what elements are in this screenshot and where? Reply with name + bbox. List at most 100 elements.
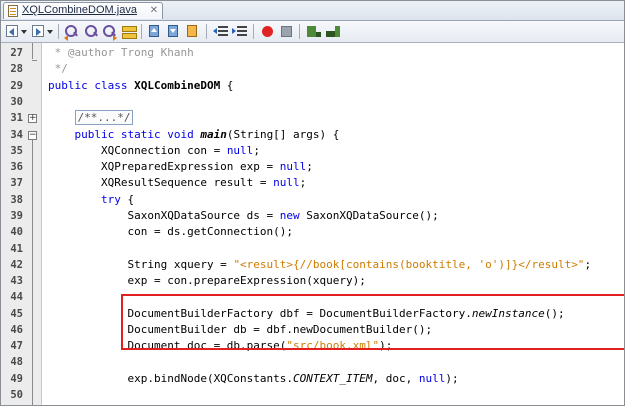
toolbar-separator bbox=[141, 24, 142, 39]
line-number: 50 bbox=[10, 389, 23, 401]
code-token: * @author Trong Khanh bbox=[48, 46, 194, 59]
line-number: 47 bbox=[10, 340, 23, 352]
fold-guide bbox=[32, 43, 33, 59]
line-number: 45 bbox=[10, 308, 23, 320]
start-macro-icon[interactable] bbox=[259, 23, 276, 40]
code-editor[interactable]: 27 28 29 30 31 34 35 36 37 38 39 40 41 4… bbox=[1, 43, 624, 405]
code-token: XQPreparedExpression exp = bbox=[48, 160, 280, 173]
code-area[interactable]: * @author Trong Khanh */ public class XQL… bbox=[42, 43, 624, 405]
comment-icon[interactable] bbox=[305, 23, 322, 40]
line-number: 40 bbox=[10, 226, 23, 238]
forward-icon[interactable] bbox=[30, 23, 47, 40]
code-token: try bbox=[100, 193, 121, 206]
find-previous-icon[interactable] bbox=[63, 23, 80, 41]
code-token: exp = con.prepareExpression(xquery); bbox=[48, 274, 366, 287]
tab-label: XQLCombineDOM.java bbox=[22, 4, 137, 16]
code-line[interactable]: public class XQLCombineDOM { bbox=[48, 78, 233, 94]
code-token: ; bbox=[299, 176, 307, 189]
code-line[interactable]: exp = con.prepareExpression(xquery); bbox=[48, 273, 366, 289]
previous-bookmark-icon[interactable] bbox=[146, 23, 163, 40]
line-number: 49 bbox=[10, 373, 23, 385]
line-number: 27 bbox=[10, 47, 23, 59]
forward-dropdown-icon[interactable] bbox=[46, 23, 54, 40]
code-line[interactable]: * @author Trong Khanh bbox=[48, 45, 194, 61]
close-tab-icon[interactable]: ✕ bbox=[148, 5, 160, 17]
toolbar-separator bbox=[206, 24, 207, 39]
uncomment-icon[interactable] bbox=[324, 23, 341, 40]
toggle-highlight-icon[interactable] bbox=[120, 23, 137, 40]
expand-fold-icon[interactable]: + bbox=[28, 114, 37, 123]
code-line[interactable]: */ bbox=[48, 61, 68, 77]
code-token: null bbox=[226, 144, 254, 157]
code-token: null bbox=[273, 176, 300, 189]
code-token: ; bbox=[253, 144, 260, 157]
code-line[interactable]: SaxonXQDataSource ds = new SaxonXQDataSo… bbox=[48, 208, 438, 224]
code-token: null bbox=[418, 372, 446, 385]
code-line[interactable]: /**...*/ bbox=[48, 110, 134, 126]
next-bookmark-icon[interactable] bbox=[165, 23, 182, 40]
toolbar-separator bbox=[58, 24, 59, 39]
code-line[interactable]: XQResultSequence result = null; bbox=[48, 175, 306, 191]
editor-window: XQLCombineDOM.java ✕ 27 28 29 30 31 34 3… bbox=[0, 0, 625, 406]
java-file-icon bbox=[8, 5, 18, 17]
line-number: 37 bbox=[10, 177, 23, 189]
shift-right-icon[interactable] bbox=[231, 23, 248, 40]
toolbar-separator bbox=[253, 24, 254, 39]
code-token: , doc, bbox=[372, 372, 419, 385]
code-token: ; bbox=[584, 258, 592, 271]
shift-left-icon[interactable] bbox=[212, 23, 229, 40]
line-number: 42 bbox=[10, 259, 23, 271]
code-token: main bbox=[200, 128, 227, 141]
code-line[interactable]: exp.bindNode(XQConstants.CONTEXT_ITEM, d… bbox=[48, 371, 459, 387]
find-next-icon[interactable] bbox=[101, 23, 118, 41]
code-token: CONTEXT_ITEM bbox=[293, 372, 373, 385]
code-token: "<result>{//book[contains(booktitle, 'o'… bbox=[233, 258, 585, 271]
line-number: 44 bbox=[10, 291, 23, 303]
code-token: public class bbox=[48, 79, 135, 92]
code-line[interactable]: XQPreparedExpression exp = null; bbox=[48, 159, 313, 175]
code-line[interactable]: XQConnection con = null; bbox=[48, 143, 260, 159]
line-number: 43 bbox=[10, 275, 23, 287]
code-token: String xquery = bbox=[48, 258, 234, 271]
collapse-fold-icon[interactable]: − bbox=[28, 131, 37, 140]
line-number: 29 bbox=[10, 80, 23, 92]
fold-guide bbox=[32, 140, 33, 405]
stop-macro-icon[interactable] bbox=[278, 23, 295, 40]
line-number: 34 bbox=[10, 129, 23, 141]
code-line[interactable]: try { bbox=[48, 192, 134, 208]
code-token: new bbox=[279, 209, 300, 222]
code-token: public static void bbox=[48, 128, 201, 141]
code-token: ; bbox=[306, 160, 313, 173]
line-number: 35 bbox=[10, 145, 23, 157]
code-token: con = ds.getConnection(); bbox=[48, 225, 294, 238]
toggle-bookmark-icon[interactable] bbox=[184, 23, 201, 40]
code-token: ); bbox=[445, 372, 459, 385]
code-token: XQConnection con = bbox=[48, 144, 227, 157]
line-number: 30 bbox=[10, 96, 23, 108]
code-line[interactable]: con = ds.getConnection(); bbox=[48, 224, 293, 240]
line-number: 48 bbox=[10, 356, 23, 368]
code-token: { bbox=[220, 79, 234, 92]
code-token: (String[] args) { bbox=[226, 128, 340, 141]
code-line[interactable]: public static void main(String[] args) { bbox=[48, 127, 339, 143]
history-back-icon[interactable] bbox=[4, 23, 21, 40]
fold-guide-end bbox=[32, 60, 37, 61]
line-number: 46 bbox=[10, 324, 23, 336]
code-token: XQResultSequence result = bbox=[48, 176, 274, 189]
collapsed-javadoc[interactable]: /**...*/ bbox=[74, 110, 134, 125]
line-number: 31 bbox=[10, 112, 23, 124]
code-token: */ bbox=[48, 62, 68, 75]
line-number: 36 bbox=[10, 161, 23, 173]
code-token: SaxonXQDataSource ds = bbox=[48, 209, 280, 222]
history-dropdown-icon[interactable] bbox=[20, 23, 28, 40]
highlight-box bbox=[121, 294, 624, 350]
code-token: { bbox=[120, 193, 135, 206]
line-number: 39 bbox=[10, 210, 23, 222]
code-token: null bbox=[279, 160, 307, 173]
find-selection-icon[interactable] bbox=[82, 23, 99, 40]
tab-xqlcombinedom[interactable]: XQLCombineDOM.java ✕ bbox=[3, 2, 163, 19]
code-line[interactable]: String xquery = "<result>{//book[contain… bbox=[48, 257, 591, 273]
line-number-gutter[interactable]: 27 28 29 30 31 34 35 36 37 38 39 40 41 4… bbox=[1, 43, 42, 405]
